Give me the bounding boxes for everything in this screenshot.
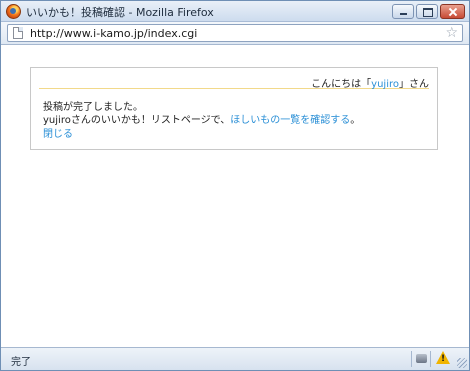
- greeting-suffix: 」さん: [399, 79, 429, 90]
- list-message: yujiroさんのいいかも！リストページで、ほしいもの一覧を確認する。: [43, 111, 360, 126]
- greeting-prefix: こんにちは「: [311, 79, 372, 90]
- close-line: 閉じる: [43, 125, 73, 140]
- status-text: 完了: [11, 357, 31, 368]
- page-icon: [13, 27, 23, 39]
- resize-grip-icon[interactable]: [457, 358, 467, 368]
- navigation-bar: http://www.i-kamo.jp/index.cgi ☆: [1, 22, 469, 45]
- browser-window: いいかも！投稿確認 - Mozilla Firefox http://www.i…: [0, 0, 470, 371]
- address-bar[interactable]: http://www.i-kamo.jp/index.cgi ☆: [7, 24, 463, 42]
- close-button[interactable]: [440, 4, 465, 19]
- title-bar: いいかも！投稿確認 - Mozilla Firefox: [1, 1, 469, 22]
- user-link[interactable]: yujiro: [371, 79, 399, 90]
- maximize-button[interactable]: [416, 4, 438, 19]
- url-text[interactable]: http://www.i-kamo.jp/index.cgi: [30, 27, 197, 40]
- addon-icon[interactable]: [416, 354, 427, 363]
- minimize-button[interactable]: [392, 4, 414, 19]
- greeting: こんにちは「yujiro」さん: [39, 75, 429, 90]
- warning-mark: !: [441, 354, 446, 364]
- status-bar: 完了 !: [1, 347, 469, 370]
- wishlist-link[interactable]: ほしいもの一覧を確認する: [230, 115, 350, 126]
- status-divider: [411, 351, 412, 367]
- firefox-icon: [6, 4, 21, 19]
- close-link[interactable]: 閉じる: [43, 129, 73, 140]
- status-divider: [430, 351, 431, 367]
- confirmation-panel: こんにちは「yujiro」さん 投稿が完了しました。 yujiroさんのいいかも…: [30, 67, 438, 150]
- window-title: いいかも！投稿確認 - Mozilla Firefox: [26, 6, 214, 19]
- list-message-suffix: 。: [350, 115, 361, 126]
- bookmark-star-icon[interactable]: ☆: [445, 25, 458, 41]
- page-content: こんにちは「yujiro」さん 投稿が完了しました。 yujiroさんのいいかも…: [1, 45, 469, 347]
